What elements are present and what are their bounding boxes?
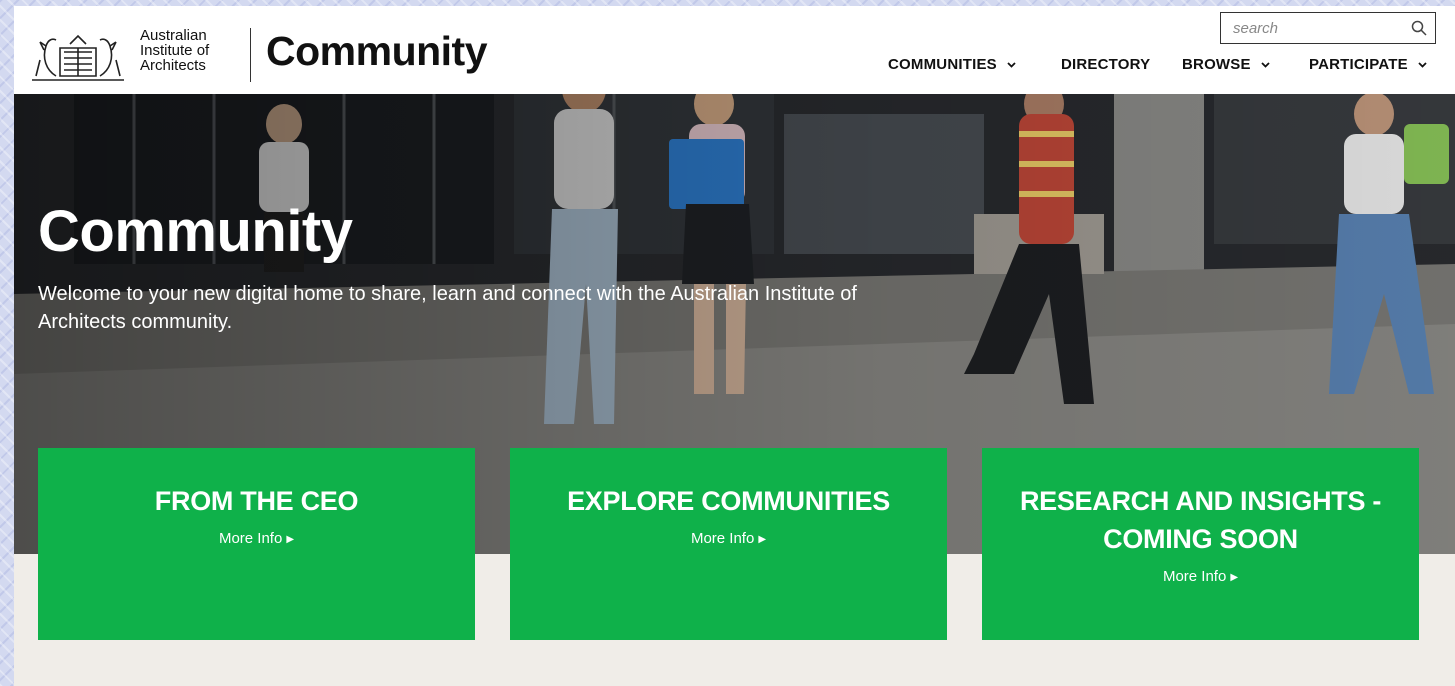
site-header: Australian Institute of Architects Commu… xyxy=(14,6,1455,94)
card-title: RESEARCH AND INSIGHTS - COMING SOON xyxy=(1019,486,1382,554)
more-info-link[interactable]: More Info ▶ xyxy=(219,530,294,547)
card-explore-communities[interactable]: EXPLORE COMMUNITIES More Info ▶ xyxy=(510,448,947,640)
caret-right-icon: ▶ xyxy=(1230,572,1239,583)
main-nav: COMMUNITIES DIRECTORY BROWSE PARTICIPATE xyxy=(14,56,1455,80)
chevron-down-icon xyxy=(1007,62,1016,68)
nav-item-directory[interactable]: DIRECTORY xyxy=(1061,56,1150,73)
hero-title: Community xyxy=(38,199,353,264)
institute-name-line1: Australian xyxy=(140,27,207,44)
search-input[interactable] xyxy=(1221,13,1413,43)
search-icon[interactable] xyxy=(1411,20,1427,36)
nav-item-browse[interactable]: BROWSE xyxy=(1182,56,1270,73)
more-info-label: More Info xyxy=(218,530,283,547)
hero-subtitle: Welcome to your new digital home to shar… xyxy=(38,283,857,333)
card-title: FROM THE CEO xyxy=(154,486,359,516)
caret-right-icon: ▶ xyxy=(286,534,295,545)
more-info-link[interactable]: More Info ▶ xyxy=(691,530,766,547)
more-info-link[interactable]: More Info ▶ xyxy=(1163,568,1238,585)
caret-right-icon: ▶ xyxy=(758,534,767,545)
more-info-label: More Info xyxy=(1162,568,1227,585)
card-title: EXPLORE COMMUNITIES xyxy=(567,486,890,516)
more-info-label: More Info xyxy=(690,530,755,547)
search-box xyxy=(1220,12,1436,44)
card-research-and-insights[interactable]: RESEARCH AND INSIGHTS - COMING SOON More… xyxy=(982,448,1419,640)
nav-item-label: COMMUNITIES xyxy=(888,56,997,73)
nav-item-participate[interactable]: PARTICIPATE xyxy=(1309,56,1427,73)
chevron-down-icon xyxy=(1418,62,1427,68)
nav-item-communities[interactable]: COMMUNITIES xyxy=(888,56,1016,73)
chevron-down-icon xyxy=(1261,62,1270,68)
nav-item-label: BROWSE xyxy=(1182,56,1251,73)
nav-item-label: PARTICIPATE xyxy=(1309,56,1408,73)
nav-item-label: DIRECTORY xyxy=(1061,56,1151,73)
card-from-the-ceo[interactable]: FROM THE CEO More Info ▶ xyxy=(38,448,475,640)
page: Australian Institute of Architects Commu… xyxy=(14,6,1455,686)
